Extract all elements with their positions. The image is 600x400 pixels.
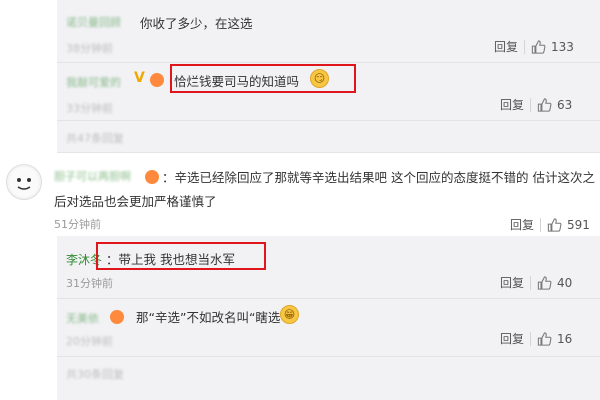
smug-face-icon: 😏 [310, 69, 329, 88]
comment-actions: 回复 133 [494, 38, 574, 55]
thumbs-up-icon [531, 39, 546, 54]
vip-badge-icon: V [134, 70, 145, 86]
reply-button[interactable]: 回复 [510, 216, 534, 233]
action-separator [530, 275, 532, 290]
like-count: 16 [557, 331, 573, 346]
view-more-replies-link[interactable]: 共30条回复 [66, 366, 124, 382]
comment-text: 那“辛选”不如改名叫“瞎选” [136, 310, 287, 325]
action-separator [530, 97, 532, 112]
comment-text: ：带上我 我也想当水军 [106, 252, 235, 267]
comment-text: 你收了多少，在这选 [140, 16, 253, 31]
like-button[interactable]: 40 [537, 276, 572, 290]
like-button[interactable]: 133 [531, 40, 574, 54]
comment-text: 恰烂钱要司马的知道吗 [174, 74, 300, 89]
emotion-badge-icon [110, 310, 124, 324]
like-count: 133 [551, 39, 574, 54]
comment-text-line2: 后对选品也会更加严格谨慎了 [54, 194, 217, 209]
action-separator [540, 217, 542, 232]
comment-divider [57, 356, 600, 357]
reply-button[interactable]: 回复 [500, 274, 524, 291]
grin-face-icon: 😁 [280, 305, 299, 324]
comment-timestamp: 38分钟前 [66, 42, 113, 55]
emotion-badge-icon [145, 170, 159, 184]
action-separator [524, 39, 526, 54]
like-button[interactable]: 16 [537, 332, 572, 346]
thumbs-up-icon [537, 97, 552, 112]
user-avatar[interactable] [6, 164, 42, 200]
like-count: 63 [557, 97, 573, 112]
comment-divider [57, 298, 600, 299]
comment-actions: 回复 591 [510, 216, 590, 233]
comment-actions: 回复 63 [500, 96, 572, 113]
comment-username[interactable]: 诺贝曼回顾 [66, 14, 121, 30]
comment-timestamp: 31分钟前 [66, 277, 113, 290]
like-count: 591 [567, 217, 590, 232]
reply-button[interactable]: 回复 [494, 38, 518, 55]
comment-actions: 回复 16 [500, 330, 572, 347]
like-count: 40 [557, 275, 573, 290]
like-button[interactable]: 591 [547, 218, 590, 232]
comment-username[interactable]: 无美依 [66, 310, 99, 326]
comment-username[interactable]: 胆子可以再胆啊 [54, 168, 131, 184]
view-more-replies-link[interactable]: 共47条回复 [66, 130, 124, 146]
comment-timestamp: 20分钟前 [66, 335, 113, 348]
like-button[interactable]: 63 [537, 98, 572, 112]
thumbs-up-icon [537, 331, 552, 346]
comment-actions: 回复 40 [500, 274, 572, 291]
comment-divider [57, 62, 600, 63]
comment-timestamp: 51分钟前 [54, 218, 101, 231]
comment-divider [57, 120, 600, 121]
comment-timestamp: 33分钟前 [66, 102, 113, 115]
thumbs-up-icon [547, 217, 562, 232]
thumbs-up-icon [537, 275, 552, 290]
emotion-badge-icon [150, 73, 164, 87]
action-separator [530, 331, 532, 346]
reply-button[interactable]: 回复 [500, 96, 524, 113]
reply-button[interactable]: 回复 [500, 330, 524, 347]
comment-username[interactable]: 我敲可爱的 [66, 74, 121, 90]
comment-text-line1: ：辛选已经除回应了那就等辛选出结果吧 这个回应的态度挺不错的 估计这次之 [162, 170, 595, 185]
meme-face-icon [9, 167, 39, 197]
